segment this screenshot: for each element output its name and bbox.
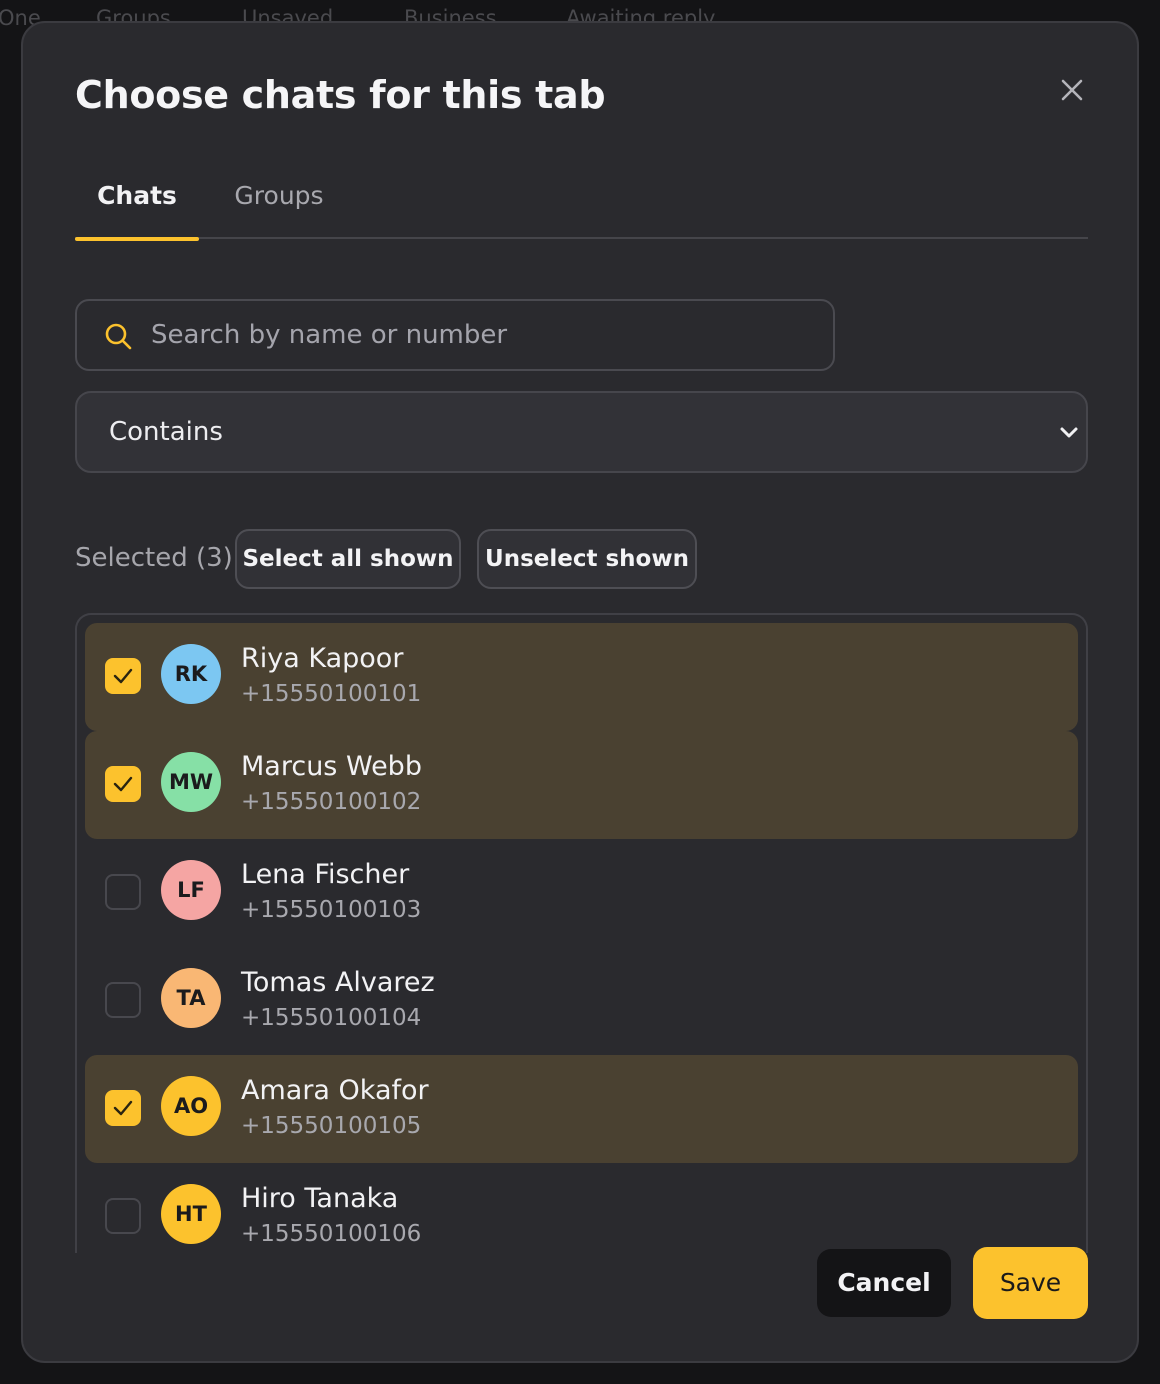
contact-row[interactable]: LF Lena Fischer +15550100103 xyxy=(85,839,1078,947)
contact-checkbox[interactable] xyxy=(105,874,141,910)
check-icon xyxy=(113,1100,133,1116)
contact-phone: +15550100103 xyxy=(241,897,422,923)
close-button[interactable] xyxy=(1057,75,1087,105)
contact-phone: +15550100105 xyxy=(241,1113,422,1139)
avatar: MW xyxy=(161,752,221,812)
avatar: TA xyxy=(161,968,221,1028)
contact-checkbox[interactable] xyxy=(105,982,141,1018)
unselect-shown-button[interactable]: Unselect shown xyxy=(477,529,697,589)
contact-row[interactable]: HT Hiro Tanaka +15550100106 xyxy=(85,1163,1078,1253)
contact-row[interactable]: AO Amara Okafor +15550100105 xyxy=(85,1055,1078,1163)
contact-name: Lena Fischer xyxy=(241,859,410,890)
contact-phone: +15550100104 xyxy=(241,1005,422,1031)
cancel-button[interactable]: Cancel xyxy=(817,1249,951,1317)
contact-row[interactable]: RK Riya Kapoor +15550100101 xyxy=(85,623,1078,731)
contact-row[interactable]: MW Marcus Webb +15550100102 xyxy=(85,731,1078,839)
contact-phone: +15550100106 xyxy=(241,1221,422,1247)
contact-name: Hiro Tanaka xyxy=(241,1183,399,1214)
modal-title: Choose chats for this tab xyxy=(75,73,606,117)
selected-count: Selected (3) xyxy=(75,543,233,573)
select-all-shown-button[interactable]: Select all shown xyxy=(235,529,461,589)
tab-bar: Chats Groups xyxy=(75,173,1088,241)
save-button[interactable]: Save xyxy=(973,1247,1088,1319)
selection-toolbar: Selected (3) Select all shown Unselect s… xyxy=(75,529,875,591)
contact-phone: +15550100101 xyxy=(241,681,422,707)
chevron-down-icon xyxy=(1060,427,1078,438)
search-icon xyxy=(105,323,132,350)
avatar: RK xyxy=(161,644,221,704)
match-mode-select[interactable]: Contains xyxy=(75,391,1088,473)
check-icon xyxy=(113,776,133,792)
tab-chats[interactable]: Chats xyxy=(75,173,199,241)
match-mode-value: Contains xyxy=(109,417,223,447)
contact-checkbox[interactable] xyxy=(105,1198,141,1234)
contact-list[interactable]: RK Riya Kapoor +15550100101 MW Marcus Webb +1… xyxy=(75,613,1088,1253)
contact-checkbox[interactable] xyxy=(105,766,141,802)
search-input[interactable] xyxy=(151,313,811,357)
avatar: AO xyxy=(161,1076,221,1136)
avatar: HT xyxy=(161,1184,221,1244)
contact-row[interactable]: TA Tomas Alvarez +15550100104 xyxy=(85,947,1078,1055)
contact-name: Amara Okafor xyxy=(241,1075,429,1106)
choose-chats-modal: Choose chats for this tab Chats Groups C… xyxy=(21,21,1139,1363)
contact-phone: +15550100102 xyxy=(241,789,422,815)
avatar: LF xyxy=(161,860,221,920)
search-box xyxy=(75,299,835,371)
contact-name: Marcus Webb xyxy=(241,751,422,782)
contact-name: Riya Kapoor xyxy=(241,643,404,674)
close-icon xyxy=(1061,79,1083,101)
tab-groups[interactable]: Groups xyxy=(215,173,343,239)
check-icon xyxy=(113,668,133,684)
contact-checkbox[interactable] xyxy=(105,658,141,694)
contact-name: Tomas Alvarez xyxy=(241,967,435,998)
contact-checkbox[interactable] xyxy=(105,1090,141,1126)
